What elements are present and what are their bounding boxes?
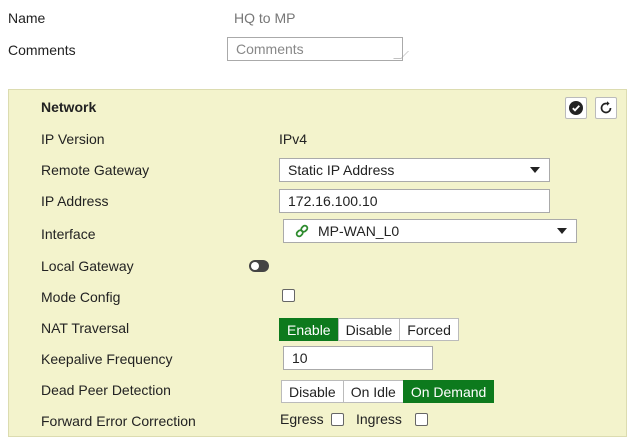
dpd-on-demand-option[interactable]: On Demand bbox=[402, 380, 495, 403]
revert-button[interactable] bbox=[595, 97, 617, 119]
egress-label: Egress bbox=[280, 411, 324, 427]
nat-forced-option[interactable]: Forced bbox=[399, 318, 459, 341]
ingress-checkbox[interactable] bbox=[415, 413, 428, 426]
keepalive-input[interactable]: 10 bbox=[283, 346, 433, 370]
mode-config-checkbox[interactable] bbox=[282, 289, 295, 302]
remote-gateway-select[interactable]: Static IP Address bbox=[279, 158, 550, 182]
remote-gateway-value: Static IP Address bbox=[288, 162, 395, 178]
remote-gateway-label: Remote Gateway bbox=[41, 162, 150, 178]
comments-textarea[interactable]: Comments bbox=[227, 37, 409, 61]
ip-address-label: IP Address bbox=[41, 193, 109, 209]
toggle-knob bbox=[251, 262, 259, 270]
keepalive-value: 10 bbox=[292, 350, 308, 366]
ip-address-value: 172.16.100.10 bbox=[288, 193, 378, 209]
name-value[interactable]: HQ to MP bbox=[234, 10, 295, 26]
ingress-label: Ingress bbox=[356, 411, 402, 427]
dpd-disable-option[interactable]: Disable bbox=[281, 380, 344, 403]
interface-select[interactable]: MP-WAN_L0 bbox=[283, 219, 577, 243]
comments-label: Comments bbox=[8, 42, 76, 58]
link-icon bbox=[295, 224, 309, 238]
nat-enable-option[interactable]: Enable bbox=[279, 318, 339, 341]
network-panel: Network IP Version IPv4 Remote Gateway S… bbox=[8, 89, 627, 437]
ip-version-label: IP Version bbox=[41, 131, 105, 147]
undo-icon bbox=[600, 101, 612, 114]
local-gateway-label: Local Gateway bbox=[41, 258, 134, 274]
interface-value: MP-WAN_L0 bbox=[318, 223, 400, 239]
chevron-down-icon bbox=[557, 228, 567, 234]
local-gateway-toggle[interactable] bbox=[249, 260, 269, 272]
comments-placeholder: Comments bbox=[236, 41, 304, 57]
network-title: Network bbox=[41, 99, 97, 115]
egress-checkbox[interactable] bbox=[331, 413, 344, 426]
check-circle-icon bbox=[569, 101, 583, 115]
dpd-on-idle-option[interactable]: On Idle bbox=[342, 380, 404, 403]
ip-version-value: IPv4 bbox=[279, 131, 308, 147]
interface-label: Interface bbox=[41, 226, 96, 242]
name-label: Name bbox=[8, 10, 46, 26]
dpd-group: Disable On Idle On Demand bbox=[281, 380, 495, 403]
keepalive-label: Keepalive Frequency bbox=[41, 351, 173, 367]
resize-grip-icon[interactable] bbox=[393, 51, 409, 59]
nat-traversal-group: Enable Disable Forced bbox=[279, 318, 459, 341]
enable-button[interactable] bbox=[565, 97, 587, 119]
chevron-down-icon bbox=[530, 167, 540, 173]
dpd-label: Dead Peer Detection bbox=[41, 382, 171, 398]
fec-label: Forward Error Correction bbox=[41, 413, 196, 429]
mode-config-label: Mode Config bbox=[41, 289, 121, 305]
nat-traversal-label: NAT Traversal bbox=[41, 320, 130, 336]
nat-disable-option[interactable]: Disable bbox=[337, 318, 401, 341]
ip-address-input[interactable]: 172.16.100.10 bbox=[279, 189, 550, 213]
